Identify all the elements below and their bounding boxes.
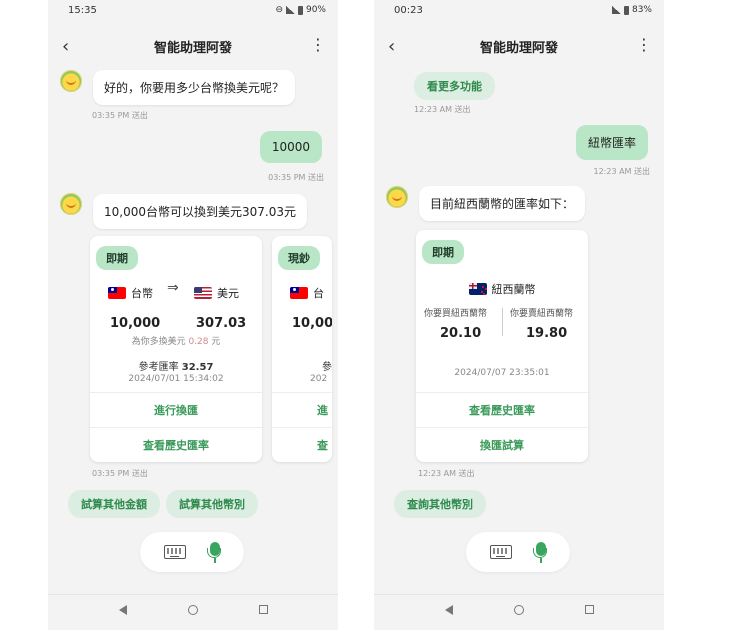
try-other-amount-chip[interactable]: 試算其他金額 <box>68 490 160 518</box>
battery-icon <box>623 5 629 15</box>
query-other-currency-chip[interactable]: 查詢其他幣別 <box>394 490 486 518</box>
page-title: 智能助理阿發 <box>153 40 232 56</box>
from-amount: 10,000 <box>110 316 161 331</box>
app-bar: ‹ 智能助理阿發 ⋮ <box>374 30 664 62</box>
see-more-features-chip[interactable]: 看更多功能 <box>414 72 495 100</box>
to-currency: 美元 <box>194 282 239 301</box>
rate-timestamp: 2024/07/07 23:35:01 <box>454 368 550 378</box>
history-button-partial[interactable]: 查 <box>272 427 332 461</box>
cash-rate-card-partial[interactable]: 現鈔 台 10,00 參 202 進 查 <box>272 236 332 462</box>
us-flag-icon <box>194 286 212 299</box>
input-mode-bar <box>466 532 570 572</box>
battery-icon <box>297 5 303 15</box>
new-zealand-flag-icon <box>468 282 487 295</box>
nav-home-icon[interactable] <box>187 604 198 615</box>
from-currency: 台幣 <box>108 282 153 301</box>
nav-recents-icon[interactable] <box>258 605 268 614</box>
rate-timestamp-partial: 202 <box>310 374 328 384</box>
input-mode-bar <box>140 532 244 572</box>
status-time: 15:35 <box>68 4 97 16</box>
dnd-icon: ⊖ <box>275 5 283 15</box>
exchange-calculator-button[interactable]: 換匯試算 <box>416 427 588 461</box>
message-timestamp: 12:23 AM 送出 <box>593 167 650 176</box>
from-currency-label: 台幣 <box>131 286 153 300</box>
extra-suffix: 元 <box>211 337 221 347</box>
taiwan-flag-icon <box>290 286 308 299</box>
status-icons: 83% <box>611 5 652 15</box>
status-bar: 15:35 ⊖ 90% <box>48 0 338 20</box>
bot-avatar <box>386 186 408 208</box>
rate-type-tag: 即期 <box>422 240 464 264</box>
nav-recents-icon[interactable] <box>584 605 594 614</box>
taiwan-flag-icon <box>108 286 126 299</box>
bot-avatar <box>60 193 82 215</box>
bot-message-bubble: 10,000台幣可以換到美元307.03元 <box>93 194 307 229</box>
extra-prefix: 為你多換美元 <box>131 337 186 347</box>
signal-icon <box>611 6 621 14</box>
microphone-icon[interactable] <box>533 542 547 563</box>
rate-timestamp: 2024/07/01 15:34:02 <box>128 374 224 384</box>
currency-header: 紐西蘭幣 <box>416 278 588 297</box>
nav-back-icon[interactable] <box>118 604 127 615</box>
keyboard-icon[interactable] <box>164 545 186 559</box>
bot-avatar <box>60 70 82 92</box>
battery-percent: 83% <box>631 5 652 15</box>
message-timestamp: 03:35 PM 送出 <box>92 469 148 478</box>
view-history-rate-button[interactable]: 查看歷史匯率 <box>90 427 262 461</box>
status-time: 00:23 <box>394 4 423 16</box>
exchange-arrow-icon: ⇒ <box>167 280 179 296</box>
message-timestamp: 12:23 AM 送出 <box>418 469 475 478</box>
ref-label: 參考匯率 <box>138 362 179 373</box>
currency-label: 紐西蘭幣 <box>491 282 536 296</box>
to-currency-label: 美元 <box>217 286 239 300</box>
to-amount: 307.03 <box>196 316 247 331</box>
view-history-rate-button[interactable]: 查看歷史匯率 <box>416 392 588 426</box>
rate-type-tag: 現鈔 <box>278 246 320 270</box>
rate-divider <box>502 308 503 336</box>
page-title: 智能助理阿發 <box>479 40 558 56</box>
from-currency: 台 <box>290 282 324 301</box>
from-amount: 10,00 <box>292 316 332 331</box>
try-other-currency-chip[interactable]: 試算其他幣別 <box>166 490 258 518</box>
back-icon[interactable]: ‹ <box>62 36 69 57</box>
microphone-icon[interactable] <box>207 542 221 563</box>
ref-value: 32.57 <box>181 362 214 373</box>
message-timestamp: 03:35 PM 送出 <box>92 111 148 120</box>
user-message-bubble: 10000 <box>259 131 322 163</box>
keyboard-icon[interactable] <box>490 545 512 559</box>
left-phone-screen: 15:35 ⊖ 90% ‹ 智能助理阿發 ⋮ 好的，你要用多少台幣換美元呢？ 0… <box>48 0 338 630</box>
exchange-button-partial[interactable]: 進 <box>272 392 332 426</box>
from-currency-label: 台 <box>313 286 324 300</box>
exchange-rate-card: 即期 台幣 ⇒ 美元 10,000 307.03 為你多換美元 0.28 元 參… <box>90 236 262 462</box>
status-icons: ⊖ 90% <box>275 5 326 15</box>
message-timestamp: 12:23 AM 送出 <box>414 105 471 114</box>
system-nav-bar <box>48 594 338 624</box>
reference-rate: 參考匯率 32.57 <box>90 358 262 373</box>
bot-message-bubble: 目前紐西蘭幣的匯率如下： <box>419 186 586 221</box>
battery-percent: 90% <box>305 5 326 15</box>
more-vertical-icon[interactable]: ⋮ <box>310 35 326 54</box>
sell-label: 你要賣紐西蘭幣 <box>510 309 574 319</box>
nzd-exchange-rate-card: 即期 紐西蘭幣 你要買紐西蘭幣 20.10 你要賣紐西蘭幣 19.80 2024… <box>416 230 588 462</box>
nav-home-icon[interactable] <box>513 604 524 615</box>
signal-icon <box>285 6 295 14</box>
buy-rate: 20.10 <box>440 326 482 341</box>
status-bar: 00:23 83% <box>374 0 664 20</box>
exchange-button[interactable]: 進行換匯 <box>90 392 262 426</box>
right-phone-screen: 00:23 83% ‹ 智能助理阿發 ⋮ 看更多功能 12:23 AM 送出 紐… <box>374 0 664 630</box>
bot-message-bubble: 好的，你要用多少台幣換美元呢？ <box>93 70 296 105</box>
extra-value: 0.28 <box>188 337 209 347</box>
message-timestamp: 03:35 PM 送出 <box>268 173 324 182</box>
app-bar: ‹ 智能助理阿發 ⋮ <box>48 30 338 62</box>
sell-rate: 19.80 <box>526 326 568 341</box>
buy-label: 你要買紐西蘭幣 <box>424 309 488 319</box>
rate-type-tag: 即期 <box>96 246 138 270</box>
ref-label-partial: 參 <box>322 362 332 373</box>
system-nav-bar <box>374 594 664 624</box>
extra-amount-note: 為你多換美元 0.28 元 <box>90 334 262 347</box>
more-vertical-icon[interactable]: ⋮ <box>636 35 652 54</box>
back-icon[interactable]: ‹ <box>388 36 395 57</box>
user-message-bubble: 紐幣匯率 <box>575 125 648 160</box>
nav-back-icon[interactable] <box>444 604 453 615</box>
